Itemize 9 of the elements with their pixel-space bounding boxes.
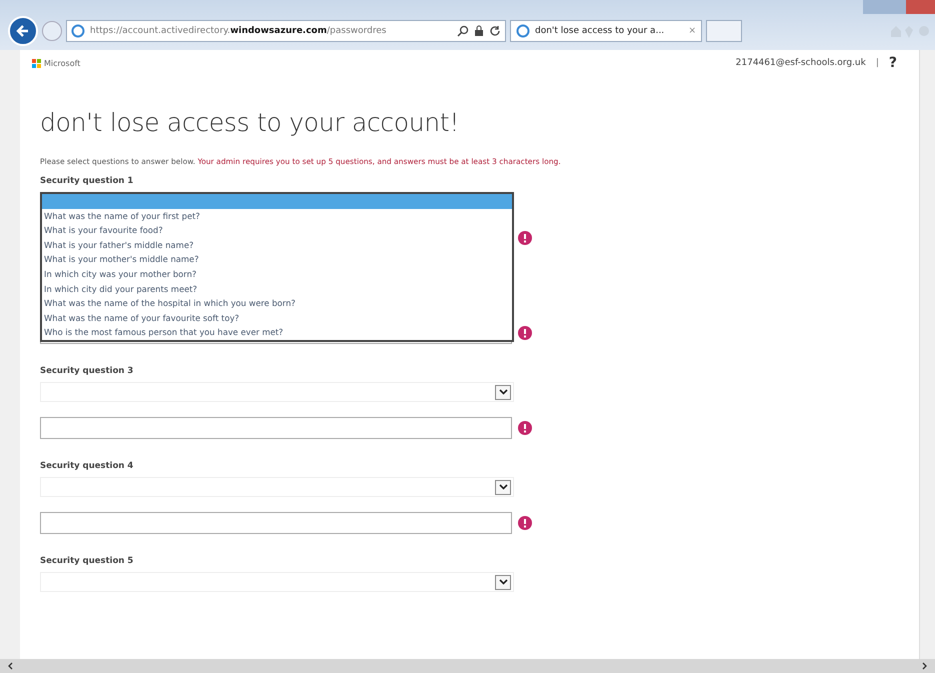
question-label: Security question 4 xyxy=(40,461,134,471)
question-label: Security question 3 xyxy=(40,366,134,376)
user-email: 2174461@esf-schools.org.uk xyxy=(736,58,866,68)
microsoft-logo: Microsoft xyxy=(32,58,80,68)
question-label: Security question 1 xyxy=(40,176,134,186)
page-title: don't lose access to your account! xyxy=(40,108,460,137)
question-label: Security question 5 xyxy=(40,556,134,566)
separator: | xyxy=(876,58,879,68)
tab-title: don't lose access to your a... xyxy=(535,26,664,36)
